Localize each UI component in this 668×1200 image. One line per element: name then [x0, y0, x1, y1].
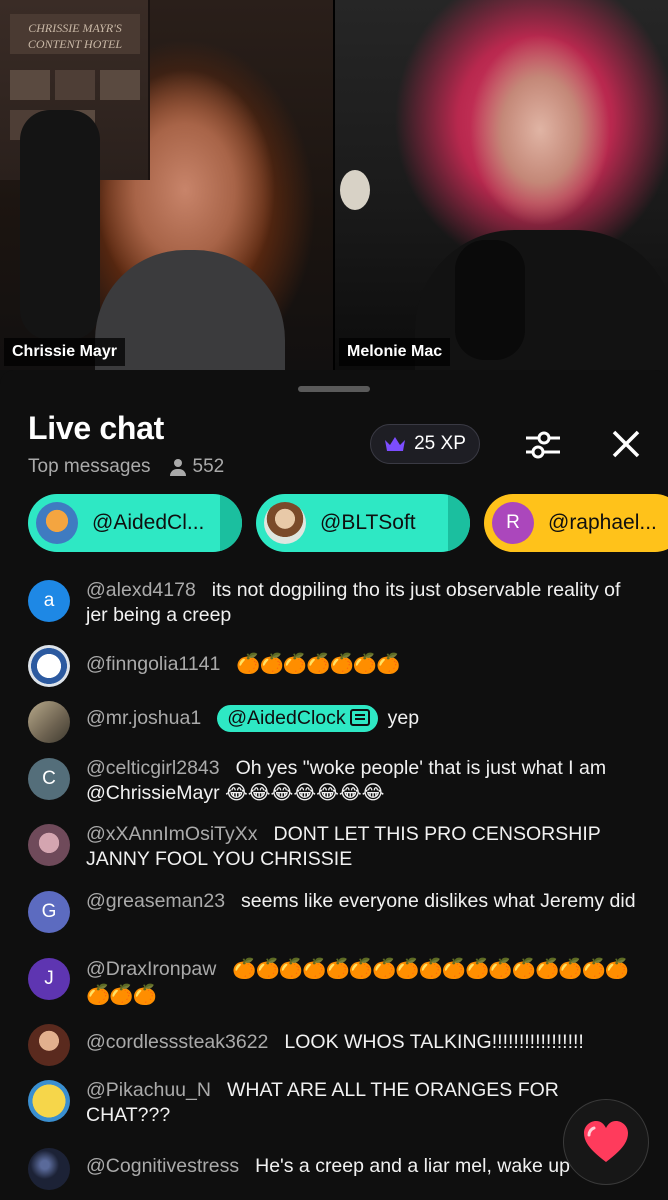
message-author[interactable]: @Pikachuu_N [86, 1079, 211, 1101]
chat-message[interactable]: G @greaseman23 seems like everyone dislik… [28, 889, 638, 933]
chat-message[interactable]: @Pikachuu_N WHAT ARE ALL THE ORANGES FOR … [28, 1078, 638, 1128]
chat-message[interactable]: J @DraxIronpaw 🍊🍊🍊🍊🍊🍊🍊🍊🍊🍊🍊🍊🍊🍊🍊🍊🍊🍊🍊🍊 [28, 956, 638, 1008]
message-author[interactable]: @xXAnnImOsiTyXx [86, 823, 258, 845]
avatar: R [492, 502, 534, 544]
pinned-chatter-chip[interactable]: @AidedCl... [28, 494, 242, 552]
lamp [340, 170, 370, 210]
chat-message[interactable]: @cordlesssteak3622 LOOK WHOS TALKING!!!!!… [28, 1022, 638, 1066]
heart-icon [584, 1121, 628, 1162]
chat-message[interactable]: @Cognitivestress He's a creep and a liar … [28, 1146, 638, 1190]
live-chat-panel: Live chat Top messages 552 25 XP @AidedC… [0, 370, 668, 1200]
avatar [28, 824, 70, 866]
close-icon[interactable] [610, 428, 642, 460]
video-feed-left: CHRISSIE MAYR'S CONTENT HOTEL [0, 0, 333, 370]
speaker-name-left: Chrissie Mayr [4, 338, 125, 366]
message-author[interactable]: @mr.joshua1 [86, 707, 201, 729]
avatar-initial: J [44, 968, 54, 989]
chat-mode-label: Top messages [28, 456, 151, 477]
avatar [28, 1024, 70, 1066]
video-feed-right [335, 0, 668, 370]
avatar: G [28, 891, 70, 933]
message-text: yep [387, 707, 420, 729]
xp-badge[interactable]: 25 XP [370, 424, 480, 464]
avatar: J [28, 958, 70, 1000]
filter-icon[interactable] [524, 426, 562, 464]
avatar: C [28, 758, 70, 800]
drag-handle[interactable] [298, 386, 370, 392]
avatar-initial: a [43, 590, 55, 611]
mention-chip[interactable]: @AidedClock [217, 705, 378, 732]
avatar [264, 502, 306, 544]
message-text: 🍊🍊🍊🍊🍊🍊🍊 [236, 652, 400, 675]
speaker-name-right: Melonie Mac [339, 338, 451, 366]
message-author[interactable]: @DraxIronpaw [86, 958, 216, 980]
avatar [28, 1148, 70, 1190]
heart-reaction-button[interactable] [563, 1099, 649, 1185]
message-author[interactable]: @cordlesssteak3622 [86, 1031, 268, 1053]
chat-message-list[interactable]: a @alexd4178 its not dogpiling tho its ju… [0, 572, 668, 1200]
chat-title: Live chat [28, 410, 165, 446]
avatar [28, 701, 70, 743]
message-author[interactable]: @celticgirl2843 [86, 757, 220, 779]
viewer-count: 552 [192, 456, 225, 477]
xp-label: 25 XP [414, 433, 466, 454]
message-author[interactable]: @alexd4178 [86, 579, 196, 601]
chair [20, 110, 100, 340]
svg-text:CONTENT HOTEL: CONTENT HOTEL [28, 37, 122, 51]
chat-mode-selector[interactable]: Top messages 552 [28, 456, 224, 478]
avatar-initial: G [41, 901, 57, 922]
avatar: a [28, 580, 70, 622]
microphone [455, 240, 525, 360]
chat-message[interactable]: @finngolia1141 🍊🍊🍊🍊🍊🍊🍊 [28, 643, 638, 687]
pinned-chatter-chip[interactable]: @BLTSoft [256, 494, 470, 552]
person-icon [169, 458, 187, 476]
person-shirt [415, 230, 668, 370]
avatar [28, 645, 70, 687]
chip-tail [220, 494, 242, 552]
message-text: LOOK WHOS TALKING!!!!!!!!!!!!!!!!! [284, 1031, 584, 1053]
chip-username: @raphael... [548, 511, 657, 534]
crown-icon [385, 437, 406, 451]
message-author[interactable]: @finngolia1141 [86, 653, 220, 675]
chat-message[interactable]: @xXAnnImOsiTyXx DONT LET THIS PRO CENSORS… [28, 822, 638, 872]
svg-text:CHRISSIE MAYR'S: CHRISSIE MAYR'S [28, 21, 122, 35]
message-author[interactable]: @Cognitivestress [86, 1155, 239, 1177]
pinned-chatters: @AidedCl... @BLTSoft R @raphael... [0, 494, 668, 554]
chat-message[interactable]: C @celticgirl2843 Oh yes "woke people' th… [28, 756, 638, 806]
chip-username: @AidedCl... [92, 511, 205, 534]
chat-message[interactable]: a @alexd4178 its not dogpiling tho its ju… [28, 578, 638, 628]
video-player[interactable]: CHRISSIE MAYR'S CONTENT HOTEL Chrissie M… [0, 0, 668, 370]
avatar [28, 1080, 70, 1122]
avatar-initial: R [506, 512, 520, 533]
chat-bubble-icon [349, 709, 370, 726]
message-author[interactable]: @greaseman23 [86, 890, 225, 912]
message-text: He's a creep and a liar mel, wake up [255, 1155, 570, 1177]
avatar-initial: C [42, 768, 56, 789]
chat-message[interactable]: @mr.joshua1 @AidedClock yep [28, 699, 638, 743]
message-text: seems like everyone dislikes what Jeremy… [241, 890, 636, 912]
pinned-chatter-chip[interactable]: R @raphael... [484, 494, 668, 552]
avatar [36, 502, 78, 544]
chip-tail [448, 494, 470, 552]
mention-label: @AidedClock [227, 707, 346, 729]
chip-username: @BLTSoft [320, 511, 416, 534]
